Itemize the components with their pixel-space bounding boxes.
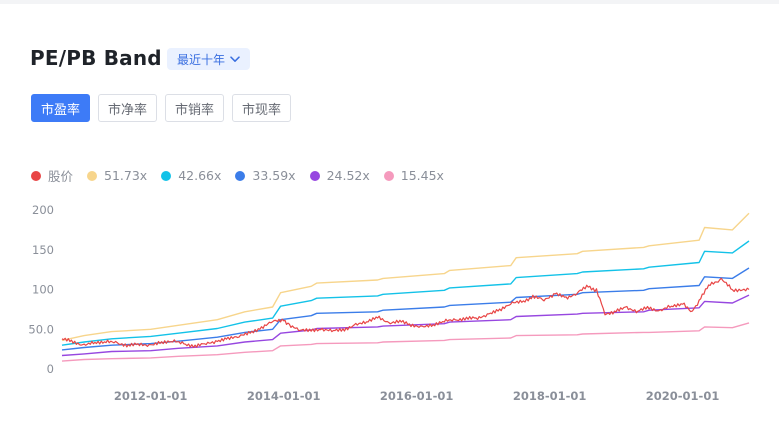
legend-label: 42.66x: [178, 168, 222, 183]
tab-ps[interactable]: 市销率: [165, 94, 225, 122]
series-line-band-1: [61, 212, 750, 342]
legend-item-price[interactable]: 股价: [31, 166, 73, 185]
legend-item-band-3[interactable]: 33.59x: [235, 168, 296, 183]
chevron-down-icon: [230, 55, 240, 62]
legend-label: 15.45x: [400, 168, 444, 183]
y-tick-label: 100: [32, 283, 54, 297]
top-divider: [0, 0, 779, 4]
x-tick-label: 2012-01-01: [114, 389, 188, 403]
legend-dot: [87, 170, 98, 181]
series-line-band-4: [61, 294, 750, 357]
series-line-price: [61, 277, 750, 348]
y-tick-label: 0: [47, 362, 54, 376]
series-layer: [61, 212, 750, 362]
legend-dot: [309, 170, 320, 181]
pe-band-chart[interactable]: 0 50.0 100 150 200 2012-01-01 2014-01-01 2016-…: [0, 190, 779, 410]
legend-dot: [235, 170, 246, 181]
period-label: 最近十年: [177, 52, 226, 67]
x-tick-label: 2016-01-01: [380, 389, 454, 403]
legend-item-band-1[interactable]: 51.73x: [87, 168, 147, 183]
legend-dot: [383, 170, 394, 181]
legend-dot: [31, 170, 41, 181]
series-line-band-2: [61, 240, 750, 346]
period-dropdown[interactable]: 最近十年: [167, 48, 251, 70]
legend-item-band-4[interactable]: 24.52x: [309, 168, 370, 183]
metric-tabs: 市盈率 市净率 市销率 市现率: [31, 94, 292, 122]
x-tick-label: 2020-01-01: [646, 389, 720, 403]
y-tick-label: 200: [32, 203, 54, 217]
y-tick-label: 150: [32, 243, 54, 257]
x-tick-label: 2018-01-01: [513, 389, 587, 403]
legend-item-band-2[interactable]: 42.66x: [161, 168, 221, 183]
x-tick-label: 2014-01-01: [247, 389, 321, 403]
legend-label: 51.73x: [104, 168, 148, 183]
legend-label: 24.52x: [326, 168, 370, 183]
y-tick-label: 50.0: [28, 322, 54, 336]
legend-label: 33.59x: [252, 168, 296, 183]
tab-pe[interactable]: 市盈率: [31, 94, 91, 122]
page-title: PE/PB Band: [30, 46, 162, 70]
legend-label: 股价: [48, 169, 74, 184]
legend-dot: [161, 170, 172, 181]
x-axis: 2012-01-01 2014-01-01 2016-01-01 2018-01-01…: [114, 389, 719, 403]
tab-pb[interactable]: 市净率: [98, 94, 158, 122]
chart-legend: 股价 51.73x 42.66x 33.59x 24.52x 15.45x: [31, 166, 458, 185]
y-axis: 0 50.0 100 150 200: [28, 203, 54, 376]
tab-pcf[interactable]: 市现率: [232, 94, 292, 122]
legend-item-band-5[interactable]: 15.45x: [383, 168, 444, 183]
